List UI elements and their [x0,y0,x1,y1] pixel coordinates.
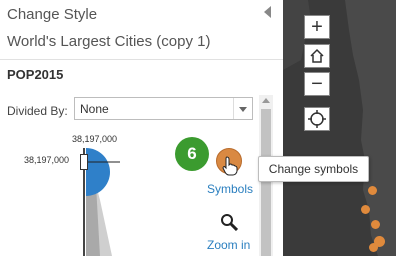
city-symbol[interactable] [371,220,380,229]
divided-by-select[interactable]: None [74,97,253,120]
collapse-arrow-icon[interactable] [264,6,271,18]
change-symbols-tooltip: Change symbols [258,156,369,182]
divided-by-label: Divided By: [7,104,68,118]
scroll-up-icon[interactable] [262,98,270,103]
change-style-panel: Change Style World's Largest Cities (cop… [0,0,284,256]
size-histogram [80,148,120,256]
home-button[interactable] [304,44,330,68]
magnifier-icon[interactable] [220,213,238,231]
city-symbol[interactable] [368,186,377,195]
slider-handle[interactable] [80,154,88,170]
divided-by-value: None [80,102,109,116]
zoom-in-link[interactable]: Zoom in [207,238,250,252]
city-symbol[interactable] [361,205,370,214]
hand-cursor-icon [222,156,238,176]
zoom-out-button[interactable]: − [304,72,330,96]
layer-name: World's Largest Cities (copy 1) [7,33,211,50]
scrollbar-thumb[interactable] [261,109,271,256]
city-symbol[interactable] [369,243,378,252]
symbols-link[interactable]: Symbols [207,182,253,196]
zoom-in-button[interactable]: + [304,15,330,39]
home-icon [310,48,324,63]
step-badge: 6 [175,137,209,171]
locate-icon [308,110,326,128]
panel-title: Change Style [7,6,98,23]
map-land-shapes [283,0,396,256]
chevron-down-icon[interactable] [233,98,252,119]
divider [0,59,283,60]
map-view[interactable]: + − [283,0,396,256]
attribute-field-name: POP2015 [7,67,64,82]
locate-button[interactable] [304,107,330,131]
